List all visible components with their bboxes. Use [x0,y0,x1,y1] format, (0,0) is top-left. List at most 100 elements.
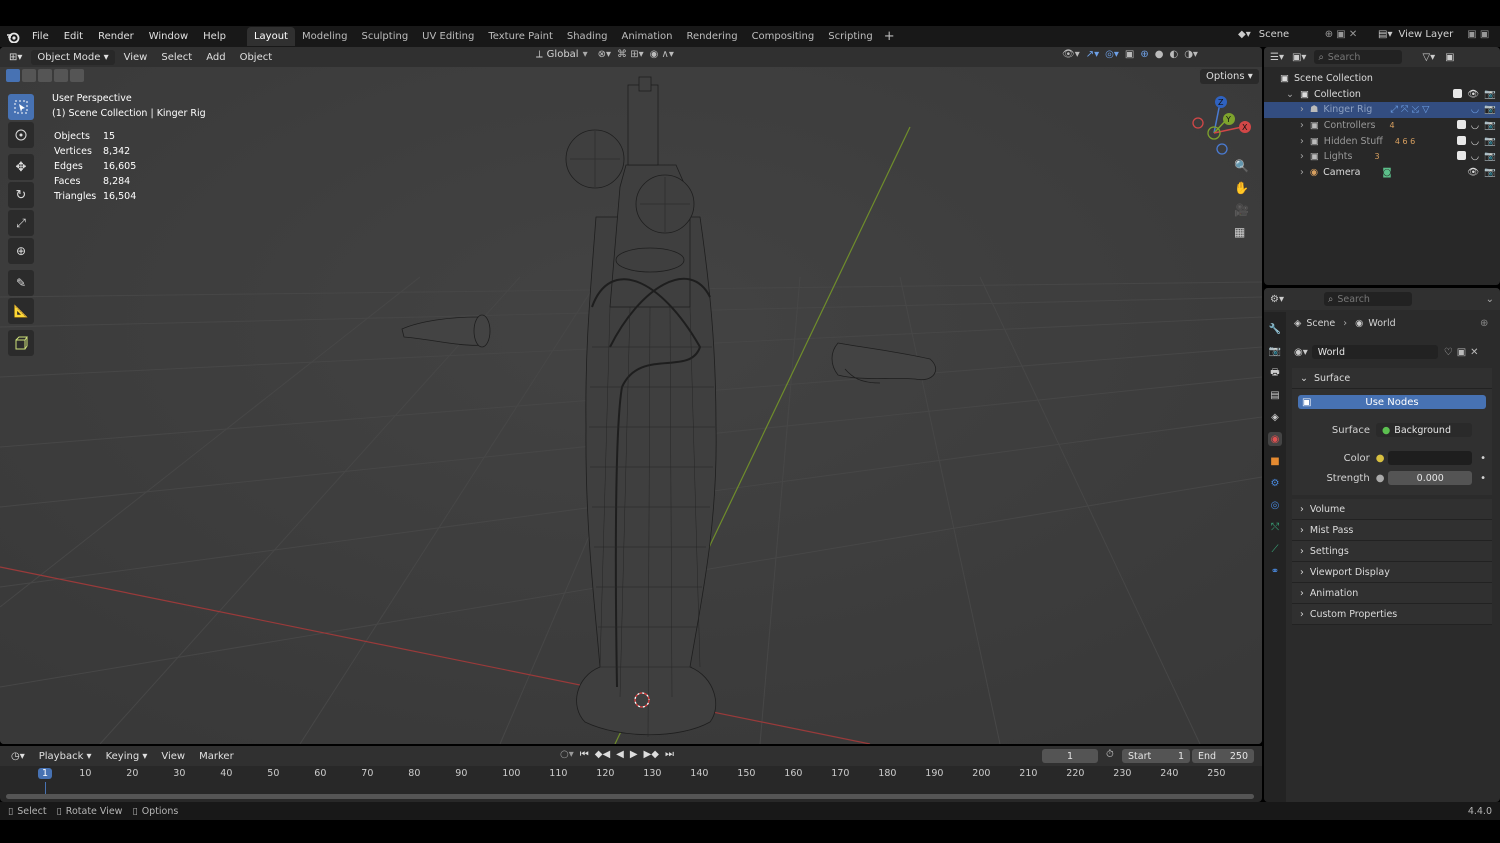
surface-section-header[interactable]: ⌄ Surface [1292,368,1492,389]
pin-icon[interactable]: ⊕ [1480,318,1488,329]
tab-shading[interactable]: Shading [560,27,615,46]
select-new-icon[interactable] [6,69,20,82]
add-menu[interactable]: Add [201,50,230,65]
camera-icon[interactable]: 📷 [1484,167,1496,178]
rotate-tool[interactable]: ↻ [8,182,34,208]
mist-pass-section-header[interactable]: › Mist Pass [1292,520,1492,541]
menu-file[interactable]: File [32,31,49,42]
marker-menu[interactable]: Marker [194,749,239,764]
checkbox-icon[interactable] [1456,120,1466,130]
move-tool[interactable]: ✥ [8,154,34,180]
animation-section-header[interactable]: › Animation [1292,583,1492,604]
grid-view-icon[interactable]: ▦ [1234,225,1249,239]
volume-section-header[interactable]: › Volume [1292,499,1492,520]
select-menu[interactable]: Select [156,50,197,65]
timeline-editor-icon[interactable]: ◷▾ [6,749,30,764]
add-workspace-icon[interactable]: + [884,29,895,44]
pan-hand-icon[interactable]: ✋ [1234,181,1249,195]
xray-icon[interactable]: ▣ [1125,49,1134,60]
select-subtract-icon[interactable] [38,69,52,82]
menu-help[interactable]: Help [203,31,226,42]
object-tab-icon[interactable]: ■ [1268,454,1282,468]
eye-icon[interactable]: 👁 [1467,89,1479,100]
menu-render[interactable]: Render [98,31,134,42]
tab-uv-editing[interactable]: UV Editing [415,27,481,46]
filter-icon[interactable]: ▽▾ [1422,52,1435,63]
modifier-tab-icon[interactable]: ⚙ [1268,476,1282,490]
jump-end-icon[interactable]: ⏭ [665,749,674,760]
options-dropdown[interactable]: Options ▾ [1200,69,1259,84]
cursor-tool[interactable] [8,122,34,148]
camera-icon[interactable]: 📷 [1484,89,1496,100]
properties-editor-icon[interactable]: ⚙▾ [1270,294,1284,305]
use-nodes-button[interactable]: ▣ Use Nodes [1298,395,1486,409]
properties-search-input[interactable]: ⌕ Search [1323,292,1412,306]
world-name-field[interactable]: World [1311,345,1438,359]
outliner-editor-icon[interactable]: ☰▾ [1270,52,1284,63]
pivot-icon[interactable]: ⊗▾ [598,49,611,60]
color-socket-icon[interactable]: ● [1376,453,1385,464]
play-reverse-icon[interactable]: ◀ [616,749,624,760]
annotate-tool[interactable]: ✎ [8,270,34,296]
eye-icon[interactable]: 👁 [1467,167,1479,178]
add-cube-tool[interactable] [8,330,34,356]
scene-selector[interactable]: ◆▾ Scene ⊕ ▣ ✕ [1238,29,1357,40]
gizmo-toggle-icon[interactable]: ↗▾ [1086,49,1099,60]
tool-tab-icon[interactable]: 🔧 [1268,322,1282,336]
outliner-item-kinger-rig[interactable]: › ☗ Kinger Rig ⤢ ⤧ ⤩ ▽ ◡ 📷 [1264,102,1500,118]
tab-layout[interactable]: Layout [246,27,295,46]
strength-field[interactable]: 0.000 [1388,471,1473,485]
scrollbar-thumb[interactable] [6,794,1254,799]
outliner-item-camera[interactable]: › ◉ Camera ◙ 👁 📷 [1264,165,1500,181]
neg-x-handle[interactable] [1192,117,1204,129]
breadcrumb-scene[interactable]: Scene [1306,318,1335,329]
select-box-tool[interactable] [8,94,34,120]
keyframe-dot-icon[interactable]: • [1480,453,1486,464]
outliner-item-controllers[interactable]: › ▣ Controllers 4 ◡ 📷 [1264,118,1500,134]
current-frame-field[interactable]: 1 [1042,749,1098,763]
rendered-shading-icon[interactable]: ◑▾ [1184,49,1198,60]
next-keyframe-icon[interactable]: ▶◆ [644,749,659,760]
end-frame-field[interactable]: End 250 [1192,749,1254,763]
scene-tab-icon[interactable]: ◈ [1268,410,1282,424]
settings-section-header[interactable]: › Settings [1292,541,1492,562]
tab-modeling[interactable]: Modeling [295,27,355,46]
timeline-scrollbar[interactable] [6,794,1254,799]
transform-orientation[interactable]: ⟂ Global ▾ ⊗▾ ⌘ ⊞▾ ◉ ∧▾ [536,49,674,60]
fake-user-icon[interactable]: ♡ [1444,347,1453,358]
navigation-gizmo[interactable]: Z Y X [1188,93,1252,157]
measure-tool[interactable]: 📐 [8,298,34,324]
object-mode-dropdown[interactable]: Object Mode ▾ [31,49,115,65]
color-swatch[interactable] [1388,451,1473,465]
solid-shading-icon[interactable]: ● [1155,49,1164,60]
hide-eye-icon[interactable]: ◡ [1471,104,1479,115]
preview-range-icon[interactable]: ⏱ [1106,749,1114,760]
checkbox-icon[interactable] [1456,135,1466,145]
outliner-item-hidden-stuff[interactable]: › ▣ Hidden Stuff 4 6 6 ◡ 📷 [1264,133,1500,149]
expand-chevron-icon[interactable]: › [1300,120,1304,131]
hide-eye-icon[interactable]: ◡ [1471,136,1479,147]
menu-window[interactable]: Window [149,31,188,42]
outliner-search-input[interactable]: ⌕ Search [1314,50,1403,64]
world-tab-icon[interactable]: ◉ [1268,432,1282,446]
checkbox-icon[interactable] [1456,151,1466,161]
start-frame-field[interactable]: Start 1 [1122,749,1190,763]
select-intersect-icon[interactable] [70,69,84,82]
camera-view-icon[interactable]: 🎥 [1234,203,1249,217]
zoom-icon[interactable]: 🔍 [1234,159,1249,173]
world-browse-icon[interactable]: ◉▾ [1294,347,1308,358]
viewport-display-section-header[interactable]: › Viewport Display [1292,562,1492,583]
tab-sculpting[interactable]: Sculpting [354,27,415,46]
expand-chevron-icon[interactable]: › [1300,104,1304,115]
output-tab-icon[interactable]: 🖶 [1268,366,1282,380]
render-tab-icon[interactable]: 📷 [1268,344,1282,358]
tab-compositing[interactable]: Compositing [745,27,822,46]
checkbox-icon[interactable] [1453,88,1463,98]
auto-keying-icon[interactable]: ○▾ [560,749,574,760]
playback-menu[interactable]: Playback ▾ [34,749,97,764]
3d-viewport[interactable]: ⊞▾ Object Mode ▾ View Select Add Object … [0,47,1262,744]
blender-logo-icon[interactable] [6,31,20,43]
camera-icon[interactable]: 📷 [1484,104,1496,115]
camera-icon[interactable]: 📷 [1484,136,1496,147]
editor-type-icon[interactable]: ⊞▾ [4,50,27,65]
